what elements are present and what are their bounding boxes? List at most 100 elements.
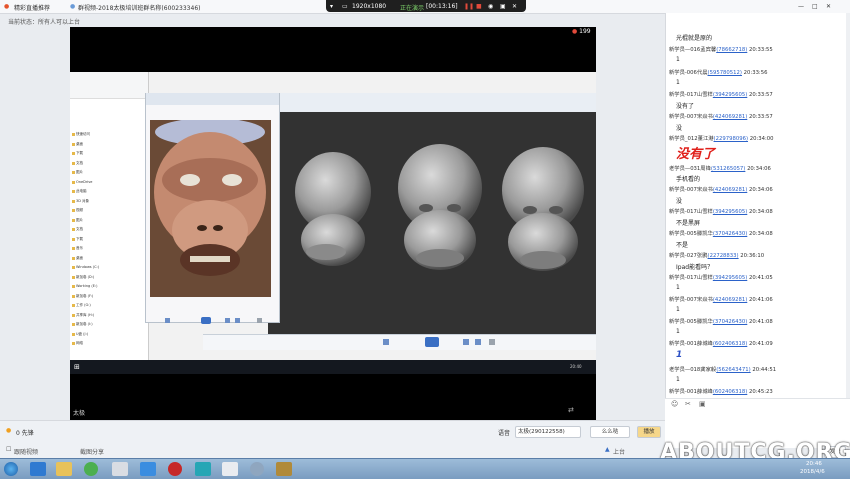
sender-id-link[interactable]: (229798096) xyxy=(714,136,748,142)
sender-id-link[interactable]: (602406318) xyxy=(713,389,747,395)
explorer-nav-item[interactable]: 下载 xyxy=(76,151,83,156)
maya-icon[interactable] xyxy=(195,462,211,476)
sender-name: 新学员—016孟宾馨 xyxy=(669,47,717,53)
chat-message-text: 1 xyxy=(676,79,680,86)
chat-panel[interactable]: 光棍就是原的 新学员—016孟宾馨(78662718) 20:33:55 1 新学员-… xyxy=(665,13,850,398)
explorer-nav-item[interactable]: 新加卷 (D:) xyxy=(76,275,94,280)
sender-name: 老学员—031周锋 xyxy=(669,166,711,172)
explorer-nav-item[interactable]: 此电脑 xyxy=(76,189,87,194)
exit-share-icon[interactable]: ✕ xyxy=(512,3,517,10)
close-icon[interactable]: ✕ xyxy=(826,3,831,10)
explorer-nav-item[interactable]: 3D 对象 xyxy=(76,199,89,204)
status-text: 当前状态：所有人可以上台 xyxy=(8,19,81,26)
chat-message-header: 新学员-017山雪样(394295605) 20:33:57 xyxy=(669,90,773,98)
mic-icon[interactable]: ● xyxy=(6,427,11,434)
chat-message-header: 新学员-001薛城峰(602406318) 20:45:23 xyxy=(669,387,773,395)
sender-id-link[interactable]: (394295605) xyxy=(713,275,747,281)
stop-icon[interactable]: ■ xyxy=(476,3,482,10)
sender-id-link[interactable]: (22728833) xyxy=(708,253,739,259)
chat-scrollbar[interactable] xyxy=(846,13,850,398)
camera-icon[interactable]: ▣ xyxy=(500,3,506,10)
sender-id-link[interactable]: (424069281) xyxy=(713,187,747,193)
explorer-nav-item[interactable]: 图片 xyxy=(76,218,83,223)
explorer-nav-item[interactable]: 视频 xyxy=(76,208,83,213)
explorer-nav-item[interactable]: 桌面 xyxy=(76,256,83,261)
message-time: 20:41:06 xyxy=(748,297,773,303)
follow-checkbox[interactable]: ☐ xyxy=(6,446,11,453)
explorer-nav-item[interactable]: 工作 (G:) xyxy=(76,303,91,308)
record-icon[interactable]: ◉ xyxy=(488,3,493,10)
chevron-down-icon[interactable]: ▾ xyxy=(330,3,333,10)
sender-id-link[interactable]: (602406318) xyxy=(713,341,747,347)
explorer-nav-item[interactable]: OneDrive xyxy=(76,180,92,184)
explorer-nav-item[interactable]: 快速访问 xyxy=(76,132,90,137)
message-time: 20:34:00 xyxy=(749,136,774,142)
screen-switch-icon[interactable]: ⇄ xyxy=(568,406,574,414)
explorer-nav-item[interactable]: 图片 xyxy=(76,170,83,175)
pause-icon[interactable]: ❚❚ xyxy=(464,3,474,10)
explorer-nav-item[interactable]: 网络 xyxy=(76,341,83,346)
sender-id-link[interactable]: (424069281) xyxy=(713,114,747,120)
explorer-nav-item[interactable]: 共享库 (H:) xyxy=(76,313,94,318)
playback-controls xyxy=(383,337,495,347)
chat-message-text: 没 xyxy=(676,125,683,132)
zbrush-window-header xyxy=(268,93,596,113)
screenshot-share-button[interactable]: 截图分享 xyxy=(80,447,104,456)
control-bar-secondary: ☐ 跟随视频 截图分享 ▲ 上台 xyxy=(0,442,665,458)
control-bar: ● 0 先锋 语音 太极(290122558) 么么哒 播放 xyxy=(0,420,665,443)
explorer-nav-item[interactable]: 新加卷 (I:) xyxy=(76,322,93,327)
sharing-timer: [00:13:16] xyxy=(426,3,458,10)
presenter-select[interactable]: 太极(290122558) xyxy=(515,426,581,438)
broadcast-button[interactable]: 播放 xyxy=(637,426,661,438)
explorer-nav-item[interactable]: 文档 xyxy=(76,227,83,232)
sender-id-link[interactable]: (531265057) xyxy=(711,166,745,172)
sender-id-link[interactable]: (370426430) xyxy=(713,319,747,325)
live-recommend-link[interactable]: 精彩直播推荐 xyxy=(14,3,50,12)
spectate-button[interactable]: 么么哒 xyxy=(590,426,630,438)
record-app-icon[interactable] xyxy=(168,462,182,476)
chat-message-header: 老学员—018龚家毅(562643471) 20:44:51 xyxy=(669,365,776,373)
tool-s-icon[interactable] xyxy=(30,462,46,476)
sender-id-link[interactable]: (370426430) xyxy=(713,231,747,237)
folder-icon xyxy=(72,133,75,136)
raise-hand-button[interactable]: 上台 xyxy=(613,447,625,456)
chat-message-text: 1 xyxy=(676,306,680,313)
sender-name: 新学员_012董江港 xyxy=(669,136,714,142)
shared-windows-taskbar: ⊞ 20:40 xyxy=(70,360,596,374)
explorer-nav-item[interactable]: 新加卷 (F:) xyxy=(76,294,93,299)
shared-taskbar-time: 20:40 xyxy=(570,364,582,369)
explorer-nav-item[interactable]: Working (E:) xyxy=(76,284,98,288)
explorer-nav-item[interactable]: 文档 xyxy=(76,161,83,166)
start-button-icon[interactable] xyxy=(4,462,18,476)
qq-icon[interactable] xyxy=(140,462,156,476)
minimize-icon[interactable]: — xyxy=(798,3,804,10)
sender-id-link[interactable]: (424069281) xyxy=(713,297,747,303)
explorer-nav-item[interactable]: Windows (C:) xyxy=(76,265,99,269)
sender-id-link[interactable]: (562643471) xyxy=(716,367,750,373)
window-icon[interactable] xyxy=(112,462,128,476)
explorer-nav-item[interactable]: 桌面 xyxy=(76,142,83,147)
explorer-nav-item[interactable]: U盘 (J:) xyxy=(76,332,88,337)
explorer-nav-item[interactable]: 下载 xyxy=(76,237,83,242)
sender-id-link[interactable]: (595780512) xyxy=(708,70,742,76)
sender-name: 新学员-001薛城峰 xyxy=(669,389,713,395)
folder-icon xyxy=(72,218,75,222)
folder-icon xyxy=(72,161,75,165)
explorer-nav-item[interactable]: 音乐 xyxy=(76,246,83,251)
image-icon[interactable]: ▣ xyxy=(699,400,706,408)
chat-message-header: 新学员—016孟宾馨(78662718) 20:33:55 xyxy=(669,45,773,53)
scissors-icon[interactable]: ✂ xyxy=(685,400,691,408)
sender-id-link[interactable]: (78662718) xyxy=(716,47,747,53)
sender-name: 新学员-017山雪样 xyxy=(669,92,713,98)
emoji-icon[interactable]: ☺ xyxy=(671,400,678,408)
zbrush-app-icon[interactable] xyxy=(276,462,292,476)
maximize-icon[interactable]: □ xyxy=(812,3,818,10)
media-icon[interactable] xyxy=(250,462,264,476)
chat-message-header: 新学员-005滕凯华(370426430) 20:41:08 xyxy=(669,317,773,325)
browser-icon[interactable] xyxy=(84,462,98,476)
sender-id-link[interactable]: (394295605) xyxy=(713,92,747,98)
folder-icon xyxy=(72,313,75,317)
folder-icon[interactable] xyxy=(56,462,72,476)
runner-icon[interactable] xyxy=(222,462,238,476)
sender-id-link[interactable]: (394295605) xyxy=(713,209,747,215)
